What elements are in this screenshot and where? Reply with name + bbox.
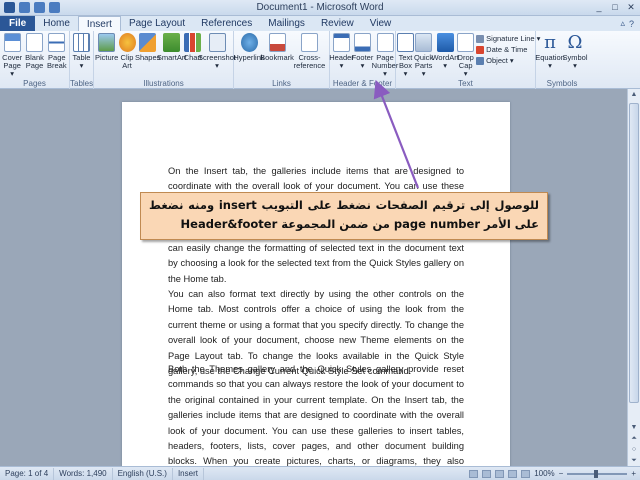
date-time-button[interactable]: Date & Time: [476, 45, 540, 54]
group-text: Text Box ▾ Quick Parts ▾ WordArt ▾ Drop …: [396, 31, 540, 89]
drop-cap-icon: [457, 33, 475, 52]
group-pages: Cover Page ▾ Blank Page Page Break Pages: [0, 31, 70, 89]
page-count[interactable]: Page: 1 of 4: [0, 467, 55, 480]
date-time-icon: [476, 45, 485, 54]
symbol-icon: Ω: [567, 32, 583, 53]
clip-art-icon: [118, 33, 136, 52]
object-icon: [476, 56, 485, 65]
document-paragraph-3[interactable]: Both the Themes gallery and the Quick St…: [168, 362, 464, 466]
cross-reference-icon: [301, 33, 318, 52]
footer-icon: [354, 33, 371, 52]
status-bar: Page: 1 of 4 Words: 1,490 English (U.S.)…: [0, 466, 640, 480]
scroll-up-button[interactable]: ▲: [628, 89, 640, 100]
title-bar: Document1 - Microsoft Word _ □ ✕: [0, 0, 640, 16]
tab-view[interactable]: View: [362, 16, 400, 31]
shapes-icon: [139, 33, 157, 52]
ribbon-collapse-icon[interactable]: ▵: [620, 18, 625, 29]
equation-icon: π: [544, 32, 556, 53]
window-title: Document1 - Microsoft Word: [256, 2, 384, 13]
blank-page-icon: [25, 33, 43, 52]
tab-review[interactable]: Review: [313, 16, 362, 31]
wordart-icon: [436, 33, 454, 52]
close-button[interactable]: ✕: [624, 1, 638, 13]
web-layout-view-icon[interactable]: [495, 469, 505, 478]
group-links: Hyperlink Bookmark Cross-reference Links: [233, 31, 330, 89]
ribbon-tabs: File Home Insert Page Layout References …: [0, 16, 640, 31]
page-number-icon: [376, 33, 394, 52]
maximize-button[interactable]: □: [608, 1, 622, 13]
object-button[interactable]: Object ▾: [476, 56, 540, 65]
previous-page-button[interactable]: ⏶: [628, 433, 640, 444]
draft-view-icon[interactable]: [521, 469, 531, 478]
header-icon: [333, 33, 350, 52]
picture-icon: [98, 33, 116, 52]
proofing-language[interactable]: English (U.S.): [113, 467, 173, 480]
print-layout-view-icon[interactable]: [469, 469, 479, 478]
screenshot-icon: [208, 33, 226, 52]
bookmark-icon: [268, 33, 286, 52]
scroll-thumb[interactable]: [629, 103, 639, 403]
zoom-out-button[interactable]: −: [559, 469, 564, 478]
signature-line-icon: [476, 34, 485, 43]
chart-icon: [184, 33, 202, 52]
hyperlink-icon: [240, 33, 258, 52]
full-screen-view-icon[interactable]: [482, 469, 492, 478]
tab-file[interactable]: File: [0, 16, 36, 31]
quick-parts-icon: [415, 33, 433, 52]
document-area: On the Insert tab, the galleries include…: [0, 89, 627, 466]
tab-references[interactable]: References: [193, 16, 260, 31]
zoom-in-button[interactable]: +: [631, 469, 636, 478]
cover-page-icon: [3, 33, 21, 52]
group-illustrations: Picture Clip Art Shapes SmartArt Chart S…: [94, 31, 236, 89]
help-icon[interactable]: ?: [629, 19, 634, 29]
signature-line-button[interactable]: Signature Line ▾: [476, 34, 540, 43]
smartart-icon: [163, 33, 181, 52]
scroll-down-button[interactable]: ▼: [628, 422, 640, 433]
tab-insert[interactable]: Insert: [77, 16, 121, 31]
group-symbols: π Equation ▾ Ω Symbol ▾ Symbols: [535, 32, 588, 88]
ribbon-insert: Cover Page ▾ Blank Page Page Break Pages…: [0, 31, 640, 89]
callout-annotation: للوصول إلى ترقيم الصفحات نضغط على التبوي…: [140, 192, 548, 240]
next-page-button[interactable]: ⏷: [628, 455, 640, 466]
zoom-level[interactable]: 100%: [534, 469, 554, 478]
table-icon: [73, 33, 90, 52]
tab-page-layout[interactable]: Page Layout: [121, 16, 193, 31]
minimize-button[interactable]: _: [592, 1, 606, 13]
group-header-footer: Header ▾ Footer ▾ Page Number ▾ Header &…: [329, 31, 398, 89]
document-page[interactable]: On the Insert tab, the galleries include…: [122, 102, 510, 466]
vertical-scrollbar[interactable]: ▲ ▼ ⏶ ○ ⏷: [627, 89, 640, 466]
zoom-slider[interactable]: [567, 469, 628, 478]
page-break-icon: [48, 33, 66, 52]
group-tables: Table ▾ Tables: [70, 31, 94, 89]
tab-mailings[interactable]: Mailings: [260, 16, 313, 31]
text-box-icon: [397, 33, 414, 52]
select-browse-object-button[interactable]: ○: [628, 444, 640, 455]
tab-home[interactable]: Home: [35, 16, 78, 31]
word-count[interactable]: Words: 1,490: [54, 467, 113, 480]
insert-mode[interactable]: Insert: [173, 467, 204, 480]
outline-view-icon[interactable]: [508, 469, 518, 478]
